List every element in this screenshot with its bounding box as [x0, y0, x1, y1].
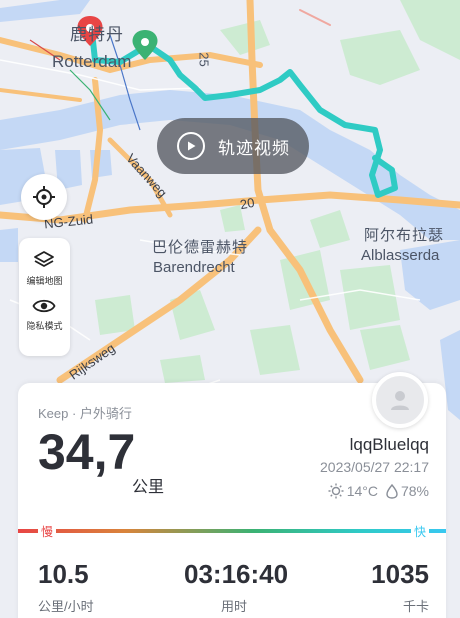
track-video-button[interactable]: 轨迹视频 [157, 118, 309, 174]
road-label-20: 20 [238, 194, 256, 213]
map-label-barendrecht-en: Barendrecht [153, 259, 235, 276]
person-icon [391, 391, 409, 410]
map-label-alblasserdam-en: Alblasserda [361, 247, 440, 264]
speed-value: 10.5 [38, 559, 89, 589]
speed-fast-label: 快 [410, 523, 429, 540]
calories-label: 千卡 [402, 599, 429, 614]
map-label-rotterdam-en: Rotterdam [52, 52, 132, 71]
stat-calories: 1035 千卡 [371, 559, 429, 615]
privacy-mode-label: 隐私模式 [26, 321, 63, 331]
track-video-label: 轨迹视频 [218, 138, 290, 158]
humidity: 78% [386, 483, 429, 499]
map-label-rotterdam-zh: 鹿特丹 [70, 25, 124, 44]
duration-value: 03:16:40 [184, 559, 289, 589]
speed-label: 公里/小时 [38, 599, 94, 614]
map-label-alblasserdam-zh: 阿尔布拉瑟 [364, 227, 445, 244]
weather-info: 14°C 78% [320, 483, 429, 499]
privacy-mode-button[interactable]: 隐私模式 [26, 297, 63, 332]
play-icon [177, 132, 205, 160]
edit-map-label: 编辑地图 [26, 276, 63, 286]
map-tools-panel: 编辑地图 隐私模式 [19, 238, 70, 356]
road-label-25: 25 [196, 52, 212, 67]
activity-source: Keep · 户外骑行 [38, 406, 132, 421]
eye-icon [32, 299, 56, 313]
activity-datetime: 2023/05/27 22:17 [320, 459, 429, 475]
calories-value: 1035 [371, 559, 429, 589]
edit-map-button[interactable]: 编辑地图 [26, 250, 63, 287]
distance-unit: 公里 [132, 479, 165, 496]
duration-label: 用时 [220, 599, 247, 614]
humidity-value: 78% [400, 483, 429, 499]
temperature-value: 14°C [346, 483, 378, 499]
layers-icon [34, 251, 55, 267]
water-drop-icon [386, 483, 398, 499]
temperature: 14°C [328, 483, 378, 499]
speed-slow-label: 慢 [38, 523, 57, 540]
user-avatar[interactable] [372, 372, 428, 428]
speed-gradient-bar [18, 529, 446, 533]
locate-button[interactable] [21, 174, 67, 220]
stat-duration: 03:16:40 用时 [184, 559, 289, 615]
stat-speed: 10.5 公里/小时 [38, 559, 94, 615]
username: lqqBluelqq [349, 435, 429, 454]
distance-value: 34,7 [38, 424, 136, 480]
crosshair-icon [33, 186, 55, 208]
sun-icon [328, 483, 344, 499]
map-label-barendrecht-zh: 巴伦德雷赫特 [152, 239, 249, 256]
